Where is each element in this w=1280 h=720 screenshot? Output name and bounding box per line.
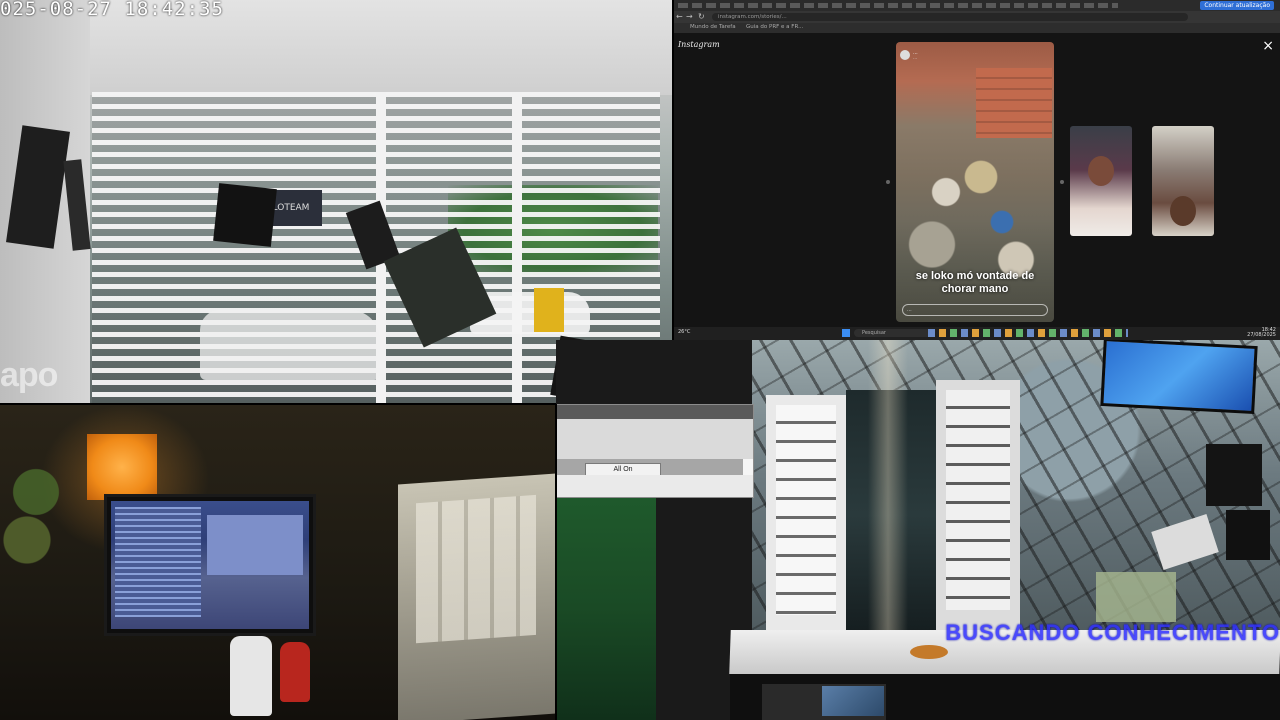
next-story-thumbnail[interactable] bbox=[1152, 126, 1214, 236]
reload-icon[interactable]: ↻ bbox=[698, 12, 705, 21]
story-reply-field[interactable]: ... bbox=[902, 304, 1048, 316]
white-door bbox=[766, 395, 846, 635]
taskbar-clock[interactable]: 18:42 27/08/2025 bbox=[1247, 328, 1276, 338]
weather-widget[interactable]: 26°C bbox=[678, 329, 690, 335]
camera-brand-watermark: apo bbox=[0, 356, 58, 394]
instagram-logo[interactable]: Instagram bbox=[678, 40, 720, 49]
profile-update-button[interactable]: Continuar atualização bbox=[1200, 1, 1274, 10]
speaker bbox=[1226, 510, 1270, 560]
speaker bbox=[1206, 444, 1262, 506]
stream-overlay-text: BUSCANDO CONHECIMENTO bbox=[945, 620, 1280, 645]
dialog-edge bbox=[743, 459, 753, 475]
thumbnail-face bbox=[1170, 196, 1196, 226]
graffiti-wall bbox=[0, 444, 90, 564]
shelf-items bbox=[1096, 572, 1176, 622]
light-beam bbox=[868, 340, 908, 660]
monitor-screen bbox=[111, 501, 309, 629]
laptop bbox=[762, 684, 886, 720]
desktop-capture: – Continuar atualização ← → ↻ instagram.… bbox=[672, 0, 1280, 340]
desk-sticker bbox=[910, 645, 948, 659]
pane-divider bbox=[0, 403, 556, 405]
door-panes bbox=[776, 405, 836, 615]
next-story-icon[interactable] bbox=[1060, 180, 1064, 184]
url-field[interactable]: instagram.com/stories/... bbox=[712, 13, 1188, 21]
story-subtitle: ... bbox=[913, 56, 918, 61]
orange-lamp bbox=[87, 434, 157, 500]
browser-tab-strip[interactable]: – Continuar atualização bbox=[672, 0, 1280, 11]
dialog-titlebar[interactable] bbox=[557, 405, 753, 419]
green-wall bbox=[556, 496, 656, 720]
pane-divider bbox=[672, 0, 674, 340]
story-caption: se loko mó vontade de chorar mano bbox=[915, 270, 1035, 295]
story-bricks bbox=[976, 68, 1052, 138]
windows-start-icon[interactable] bbox=[842, 329, 850, 337]
active-story[interactable]: ... ... se loko mó vontade de chorar man… bbox=[896, 42, 1054, 322]
bookmarks-bar: Mundo de Tarefa Guia do PRF e a FR... bbox=[672, 23, 1280, 33]
bookmark-item[interactable]: Mundo de Tarefa bbox=[690, 24, 736, 30]
dialog-footer bbox=[557, 475, 753, 497]
windows-taskbar: 26°C Pesquisar 18:42 27/08/2025 bbox=[672, 327, 1280, 340]
red-bottle bbox=[280, 642, 310, 702]
camera-timestamp: 025-08-27 18:42:35 bbox=[0, 0, 224, 20]
white-bottle bbox=[230, 636, 272, 716]
pinned-papers bbox=[416, 494, 536, 644]
clock-date: 27/08/2025 bbox=[1247, 332, 1276, 338]
story-rubble bbox=[904, 132, 1044, 282]
control-dialog: All On bbox=[556, 404, 754, 498]
bookmark-item[interactable]: Guia do PRF e a FR... bbox=[746, 24, 803, 30]
yellow-box bbox=[534, 288, 564, 332]
wall-monitor bbox=[213, 183, 277, 247]
story-header: ... ... bbox=[900, 50, 1050, 64]
camera-feed-office bbox=[0, 404, 556, 720]
parked-car bbox=[200, 310, 380, 380]
wall-tv bbox=[1100, 340, 1258, 414]
desk-monitor bbox=[104, 494, 316, 636]
taskbar-app-icons[interactable] bbox=[928, 329, 1128, 337]
corkboard bbox=[398, 473, 556, 720]
pane-divider bbox=[555, 404, 557, 720]
next-story-thumbnail[interactable] bbox=[1070, 126, 1132, 236]
camera-feed-studio: BUSCANDO CONHECIMENTO bbox=[556, 340, 1280, 720]
browser-tabs[interactable] bbox=[678, 3, 1118, 8]
thumbnail-face bbox=[1088, 156, 1114, 186]
close-story-button[interactable]: × bbox=[1262, 38, 1274, 54]
story-avatar[interactable] bbox=[900, 50, 910, 60]
white-door bbox=[936, 380, 1020, 630]
dialog-body bbox=[557, 419, 753, 459]
taskbar-search[interactable]: Pesquisar bbox=[854, 329, 932, 337]
door-panes bbox=[946, 390, 1010, 610]
prev-story-icon[interactable] bbox=[886, 180, 890, 184]
gate-post bbox=[512, 92, 522, 404]
back-icon[interactable]: ← bbox=[676, 12, 683, 21]
address-bar[interactable]: ← → ↻ instagram.com/stories/... bbox=[672, 11, 1280, 23]
forward-icon[interactable]: → bbox=[686, 12, 693, 21]
screen-window bbox=[207, 515, 303, 575]
laptop-screen bbox=[822, 686, 884, 716]
screen-window bbox=[115, 507, 201, 617]
